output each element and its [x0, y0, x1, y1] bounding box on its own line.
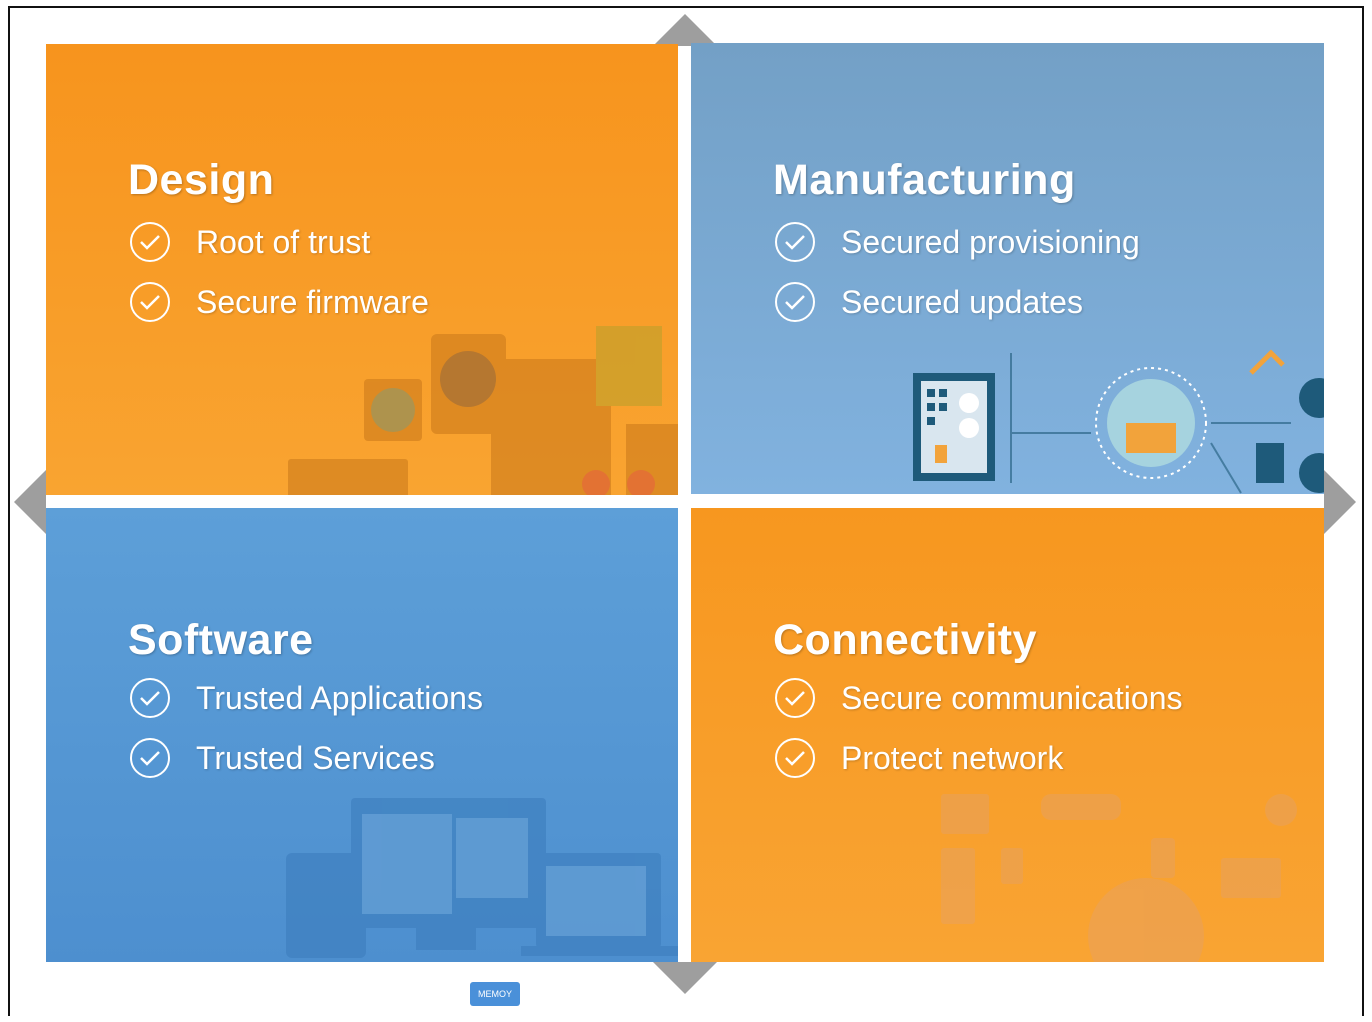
check-circle-icon	[775, 678, 815, 718]
quadrant-title: Connectivity	[773, 616, 1038, 664]
item-label: Secured updates	[841, 283, 1083, 320]
arrow-up-icon	[653, 14, 717, 46]
list-item: Root of trust	[130, 219, 370, 265]
list-item: Secured updates	[775, 279, 1083, 325]
quadrant-title: Design	[128, 156, 275, 204]
item-label: Secured provisioning	[841, 223, 1140, 260]
quadrant-software: Software Trusted Applications Trusted Se…	[46, 508, 678, 962]
list-item: Protect network	[775, 735, 1063, 781]
quadrant-title: Manufacturing	[773, 156, 1076, 204]
list-item: Trusted Applications	[130, 675, 483, 721]
check-circle-icon	[130, 282, 170, 322]
item-label: Trusted Services	[196, 739, 435, 776]
check-circle-icon	[775, 738, 815, 778]
quadrant-connectivity: Connectivity Secure communications Prote…	[691, 508, 1324, 962]
check-circle-icon	[130, 738, 170, 778]
list-item: Trusted Services	[130, 735, 435, 781]
check-circle-icon	[775, 282, 815, 322]
hardware-icon	[288, 326, 678, 495]
list-item: Secure firmware	[130, 279, 429, 325]
iot-devices-icon	[941, 794, 1297, 962]
check-circle-icon	[130, 222, 170, 262]
quadrant-design: Design Root of trust Secure firmware	[46, 44, 678, 495]
computer-icon	[286, 798, 678, 958]
arrow-down-icon	[653, 962, 717, 994]
check-circle-icon	[775, 222, 815, 262]
memoy-badge[interactable]: MEMOY	[470, 982, 520, 1006]
item-label: Secure communications	[841, 679, 1183, 716]
item-label: Secure firmware	[196, 283, 429, 320]
list-item: Secure communications	[775, 675, 1182, 721]
list-item: Secured provisioning	[775, 219, 1140, 265]
check-circle-icon	[130, 678, 170, 718]
factory-icon	[913, 349, 1324, 494]
arrow-left-icon	[14, 470, 46, 534]
arrow-right-icon	[1324, 470, 1356, 534]
item-label: Root of trust	[196, 223, 371, 260]
quadrant-manufacturing: Manufacturing Secured provisioning Secur…	[691, 43, 1324, 494]
quadrant-title: Software	[128, 616, 314, 664]
item-label: Trusted Applications	[196, 679, 483, 716]
item-label: Protect network	[841, 739, 1064, 776]
